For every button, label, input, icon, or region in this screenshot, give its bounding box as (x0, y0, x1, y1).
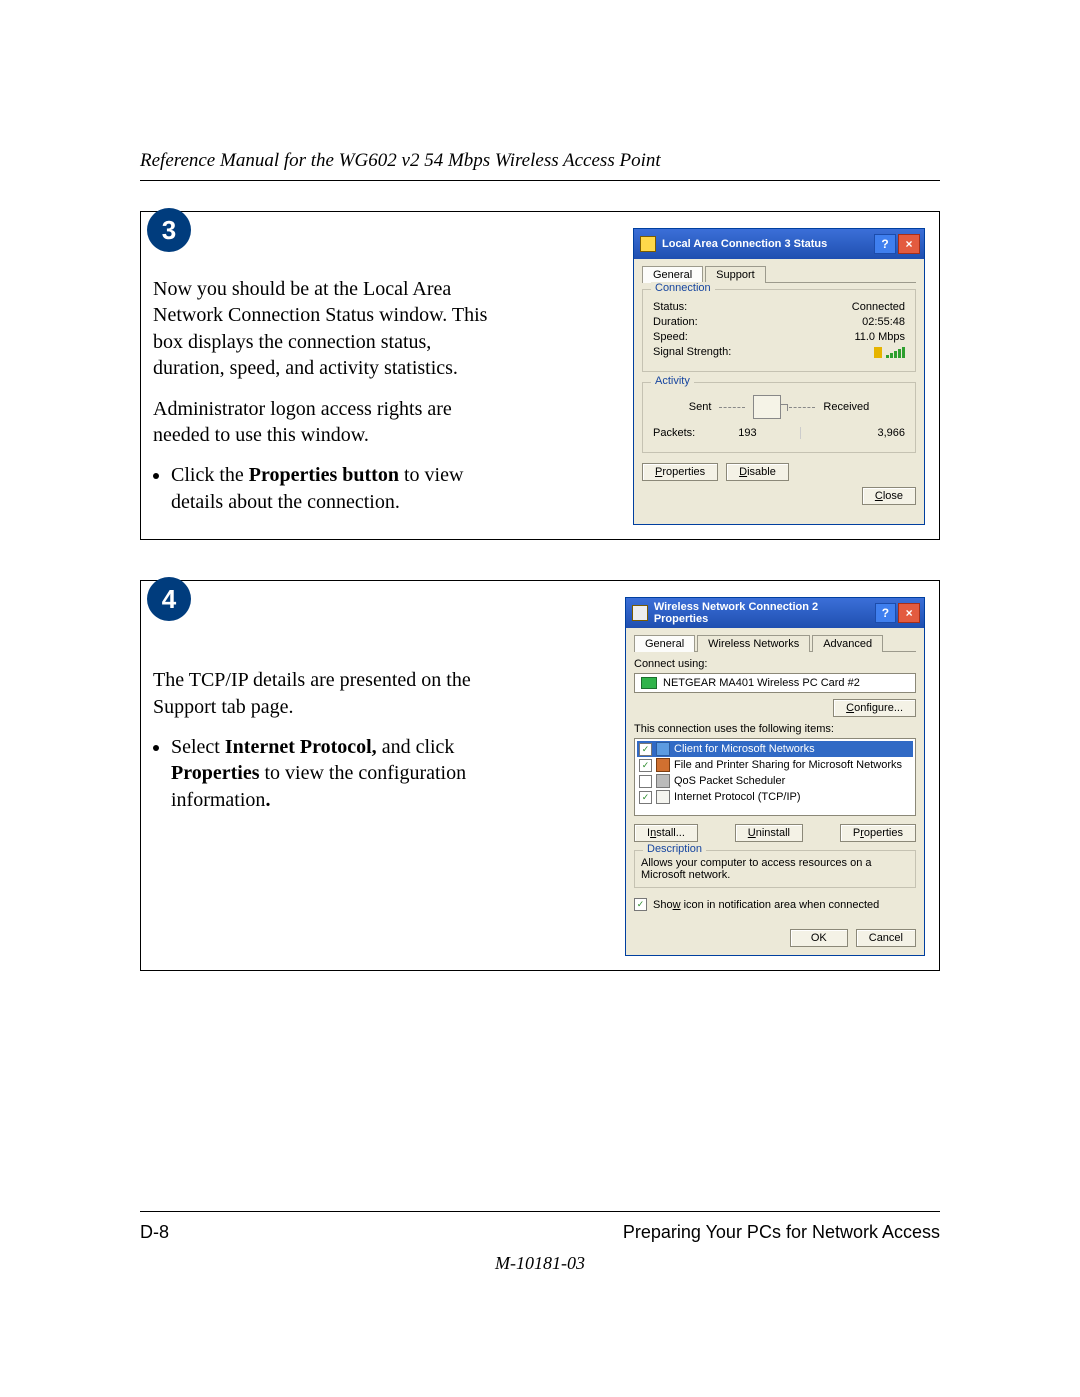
speed-value: 11.0 Mbps (854, 331, 905, 343)
service-icon (656, 774, 670, 788)
connect-using-label: Connect using: (634, 658, 916, 670)
tab-support[interactable]: Support (705, 266, 766, 283)
description-legend: Description (643, 843, 706, 855)
install-button[interactable]: Install... (634, 824, 698, 842)
properties-window: Wireless Network Connection 2 Properties… (625, 597, 925, 956)
props-title: Wireless Network Connection 2 Properties (654, 601, 873, 625)
close-icon[interactable]: × (898, 234, 920, 254)
step-4-badge: 4 (147, 577, 191, 621)
uninstall-button[interactable]: Uninstall (735, 824, 803, 842)
components-listbox[interactable]: ✓Client for Microsoft Networks ✓File and… (634, 738, 916, 816)
step-4-box: 4 The TCP/IP details are presented on th… (140, 580, 940, 971)
step3-p1: Now you should be at the Local Area Netw… (153, 276, 493, 382)
step-3-text: Now you should be at the Local Area Netw… (153, 228, 493, 525)
ok-button[interactable]: OK (790, 929, 848, 947)
client-icon (656, 742, 670, 756)
list-item-fileprint[interactable]: ✓File and Printer Sharing for Microsoft … (637, 757, 913, 773)
show-icon-checkbox[interactable]: ✓ Show icon in notification area when co… (634, 898, 879, 911)
step3-bullet1: Click the Properties button to view deta… (171, 462, 493, 515)
step3-p2: Administrator logon access rights are ne… (153, 396, 493, 449)
activity-icon (753, 395, 781, 419)
packets-received: 3,966 (801, 427, 905, 439)
status-tabs: General Support (642, 265, 916, 283)
status-value: Connected (852, 301, 905, 313)
service-icon (656, 758, 670, 772)
tab-general[interactable]: General (634, 635, 695, 652)
protocol-icon (656, 790, 670, 804)
list-item-tcpip[interactable]: ✓Internet Protocol (TCP/IP) (637, 789, 913, 805)
duration-label: Duration: (653, 316, 698, 328)
properties-button[interactable]: Properties (642, 463, 718, 481)
uses-items-label: This connection uses the following items… (634, 723, 916, 735)
close-button[interactable]: Close (862, 487, 916, 505)
connection-group: Connection Status:Connected Duration:02:… (642, 289, 916, 372)
connection-legend: Connection (651, 282, 715, 294)
properties-button[interactable]: Properties (840, 824, 916, 842)
section-title: Preparing Your PCs for Network Access (623, 1222, 940, 1243)
help-button[interactable]: ? (875, 603, 897, 623)
signal-strength-icon (874, 346, 905, 358)
adapter-name: NETGEAR MA401 Wireless PC Card #2 (663, 677, 860, 689)
description-group: Description Allows your computer to acce… (634, 850, 916, 888)
tab-advanced[interactable]: Advanced (812, 635, 883, 652)
received-label: Received (823, 401, 869, 413)
adapter-field: NETGEAR MA401 Wireless PC Card #2 (634, 673, 916, 693)
adapter-icon (641, 677, 657, 689)
duration-value: 02:55:48 (862, 316, 905, 328)
window-icon (632, 605, 648, 621)
status-title: Local Area Connection 3 Status (662, 238, 827, 250)
packets-label: Packets: (653, 427, 695, 439)
list-item-qos[interactable]: QoS Packet Scheduler (637, 773, 913, 789)
page-number: D-8 (140, 1222, 169, 1243)
list-item-client[interactable]: ✓Client for Microsoft Networks (637, 741, 913, 757)
cancel-button[interactable]: Cancel (856, 929, 916, 947)
page-footer: D-8 Preparing Your PCs for Network Acces… (140, 1211, 940, 1243)
props-titlebar[interactable]: Wireless Network Connection 2 Properties… (626, 598, 924, 628)
props-tabs: General Wireless Networks Advanced (634, 634, 916, 652)
step-3-box: 3 Now you should be at the Local Area Ne… (140, 211, 940, 540)
status-label: Status: (653, 301, 687, 313)
activity-legend: Activity (651, 375, 694, 387)
window-icon (640, 236, 656, 252)
description-text: Allows your computer to access resources… (641, 857, 909, 881)
document-number: M-10181-03 (140, 1253, 940, 1274)
close-icon[interactable]: × (898, 603, 920, 623)
help-button[interactable]: ? (874, 234, 896, 254)
disable-button[interactable]: Disable (726, 463, 789, 481)
speed-label: Speed: (653, 331, 688, 343)
step-4-text: The TCP/IP details are presented on the … (153, 597, 493, 956)
activity-group: Activity Sent Received Packets: 193 3,96… (642, 382, 916, 453)
status-window: Local Area Connection 3 Status ? × Gener… (633, 228, 925, 525)
sent-label: Sent (689, 401, 712, 413)
packets-sent: 193 (695, 427, 799, 439)
status-titlebar[interactable]: Local Area Connection 3 Status ? × (634, 229, 924, 259)
step4-bullet1: Select Internet Protocol, and click Prop… (171, 734, 493, 813)
step-3-badge: 3 (147, 208, 191, 252)
signal-label: Signal Strength: (653, 346, 731, 358)
step4-p1: The TCP/IP details are presented on the … (153, 667, 493, 720)
tab-general[interactable]: General (642, 266, 703, 283)
tab-wireless-networks[interactable]: Wireless Networks (697, 635, 810, 652)
page-header: Reference Manual for the WG602 v2 54 Mbp… (140, 150, 940, 181)
configure-button[interactable]: Configure... (833, 699, 916, 717)
